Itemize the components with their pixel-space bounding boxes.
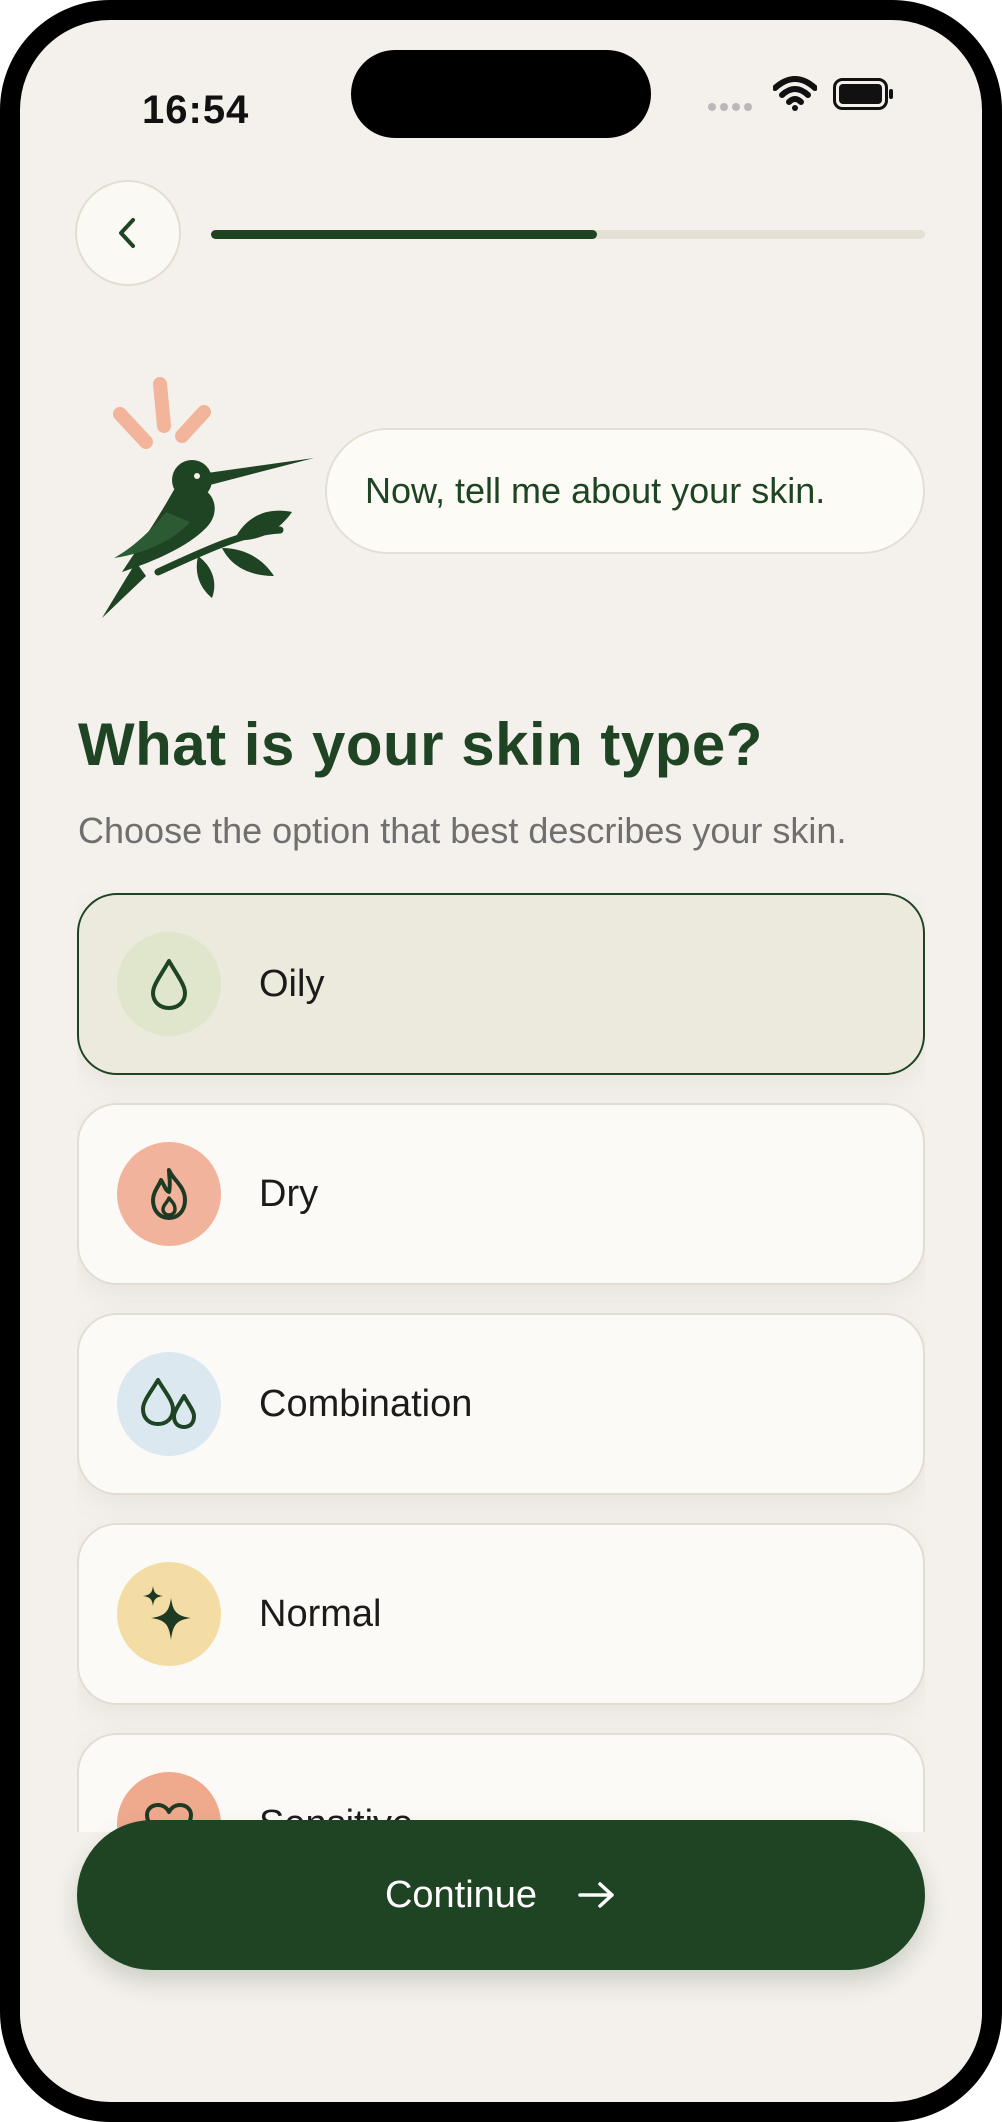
option-oily[interactable]: Oily (77, 893, 925, 1075)
option-dry[interactable]: Dry (77, 1103, 925, 1285)
arrow-right-icon (577, 1880, 617, 1910)
mascot-speech-bubble: Now, tell me about your skin. (325, 428, 925, 554)
cellular-signal-icon (708, 98, 756, 116)
dynamic-island (351, 50, 651, 138)
mascot-message: Now, tell me about your skin. (365, 470, 826, 511)
option-normal[interactable]: Normal (77, 1523, 925, 1705)
hummingbird-mascot-icon (102, 362, 322, 627)
flame-icon (117, 1142, 221, 1246)
sparkle-icon (117, 1562, 221, 1666)
status-time: 16:54 (142, 88, 250, 132)
wifi-icon (772, 76, 818, 117)
option-label: Oily (259, 962, 325, 1005)
onboarding-progress-bar (211, 230, 925, 239)
option-combination[interactable]: Combination (77, 1313, 925, 1495)
option-sensitive[interactable]: Sensitive (77, 1733, 925, 1833)
continue-button[interactable]: Continue (77, 1820, 925, 1970)
two-drops-icon (117, 1352, 221, 1456)
phone-frame: 16:54 Now, tell me about your skin. What… (0, 0, 1002, 2122)
question-title: What is your skin type? (78, 711, 763, 778)
battery-icon (833, 78, 895, 115)
question-subtitle: Choose the option that best describes yo… (78, 810, 847, 851)
skin-type-options: Oily Dry Combination Normal Sensitive (77, 893, 925, 1833)
option-label: Normal (259, 1592, 382, 1635)
chevron-left-icon (119, 218, 135, 248)
progress-fill (211, 230, 597, 239)
back-button[interactable] (75, 180, 181, 286)
continue-label: Continue (384, 1873, 538, 1916)
option-label: Dry (259, 1172, 319, 1215)
oil-drop-icon (117, 932, 221, 1036)
option-label: Combination (259, 1382, 473, 1425)
